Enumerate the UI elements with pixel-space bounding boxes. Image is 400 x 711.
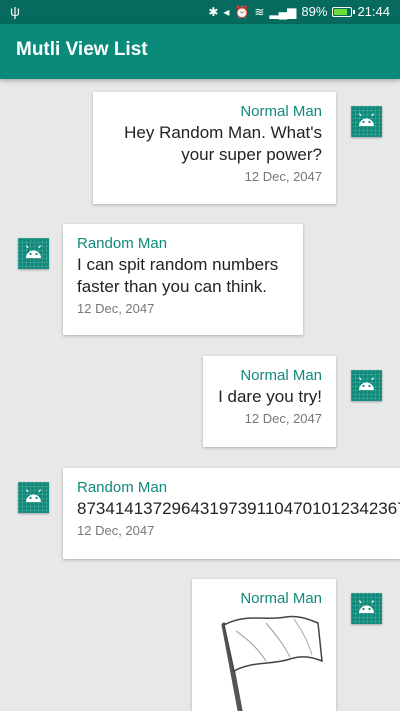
- battery-icon: [332, 6, 356, 17]
- mute-icon: ◂: [223, 4, 230, 19]
- message-card[interactable]: Random Man I can spit random numbers fas…: [63, 224, 303, 335]
- message-date: 12 Dec, 2047: [244, 169, 322, 184]
- message-card[interactable]: Normal Man I dare you try! 12 Dec, 2047: [203, 356, 336, 447]
- message-date: 12 Dec, 2047: [244, 411, 322, 426]
- bluetooth-icon: ✱: [208, 4, 219, 19]
- android-avatar-icon[interactable]: [351, 106, 382, 137]
- page-title: Mutli View List: [16, 39, 148, 60]
- android-avatar-icon[interactable]: [351, 593, 382, 624]
- message-text: Hey Random Man. What's your super power?: [124, 123, 322, 164]
- message-list[interactable]: Normal Man Hey Random Man. What's your s…: [0, 79, 400, 711]
- battery-percent: 89%: [301, 4, 328, 19]
- message-card[interactable]: Normal Man: [192, 579, 336, 711]
- white-flag-image: [221, 615, 323, 711]
- message-date: 12 Dec, 2047: [77, 301, 155, 316]
- clock: 21:44: [357, 4, 390, 19]
- signal-icon: ▂▄▆: [269, 4, 297, 19]
- usb-icon: ψ: [10, 3, 20, 19]
- message-text: 87341413729643197391104701012342367: [77, 499, 400, 518]
- status-bar: ψ ✱ ◂ ⏰ ≋ ▂▄▆ 89% 21:44: [0, 0, 400, 24]
- android-avatar-icon[interactable]: [18, 482, 49, 513]
- message-card[interactable]: Random Man 87341413729643197391104701012…: [63, 468, 400, 559]
- alarm-icon: ⏰: [234, 4, 250, 19]
- android-avatar-icon[interactable]: [18, 238, 49, 269]
- wifi-icon: ≋: [254, 4, 265, 19]
- message-date: 12 Dec, 2047: [77, 523, 155, 538]
- android-avatar-icon[interactable]: [351, 370, 382, 401]
- sender-name: Normal Man: [240, 103, 322, 120]
- app-bar: Mutli View List: [0, 24, 400, 79]
- status-icons: ✱ ◂ ⏰ ≋ ▂▄▆ 89% 21:44: [208, 4, 390, 19]
- battery-fill: [334, 8, 348, 15]
- sender-name: Random Man: [77, 235, 168, 252]
- message-text: I can spit random numbers faster than yo…: [77, 255, 279, 296]
- sender-name: Normal Man: [240, 367, 322, 384]
- message-card[interactable]: Normal Man Hey Random Man. What's your s…: [93, 92, 336, 204]
- message-text: I dare you try!: [218, 387, 322, 406]
- sender-name: Normal Man: [240, 590, 322, 607]
- sender-name: Random Man: [77, 479, 168, 496]
